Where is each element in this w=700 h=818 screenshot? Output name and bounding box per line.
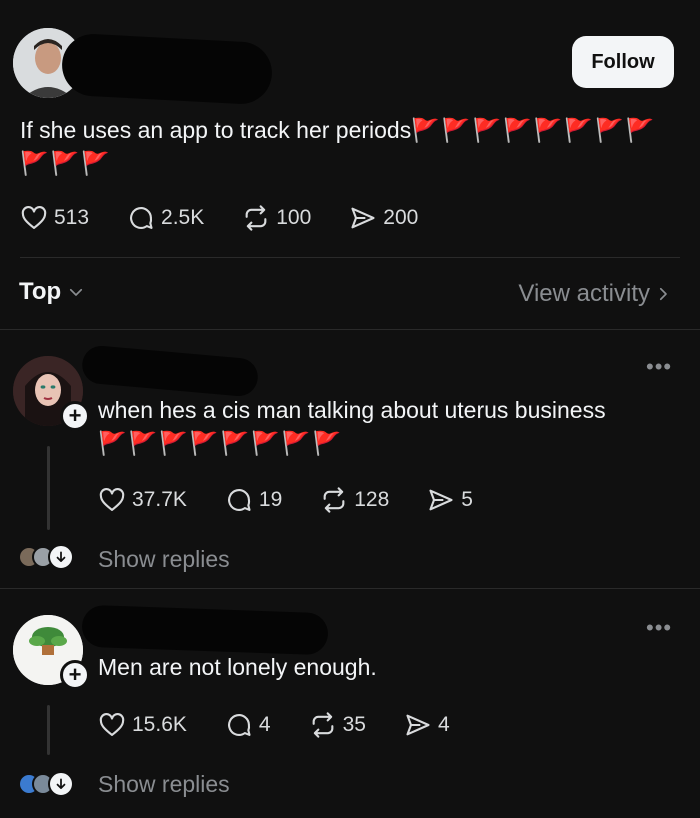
repost-button[interactable]: 35 — [309, 711, 366, 739]
reply-body: Men are not lonely enough. — [98, 654, 377, 680]
chevron-down-icon — [70, 288, 83, 296]
repost-count: 35 — [342, 713, 366, 736]
like-button[interactable]: 513 — [20, 204, 89, 232]
reply-text: when hes a cis man talking about uterus … — [98, 394, 678, 460]
reply-text: Men are not lonely enough. — [98, 651, 678, 684]
post-text: If she uses an app to track her periods🚩… — [20, 114, 680, 180]
follow-plus-button[interactable]: + — [60, 401, 90, 431]
repost-button[interactable]: 128 — [320, 486, 389, 514]
chevron-right-icon — [659, 287, 667, 301]
redacted-username — [60, 32, 274, 106]
repost-icon — [323, 487, 345, 513]
sort-bar: Top View activity — [0, 258, 700, 330]
original-post: Follow If she uses an app to track her p… — [0, 0, 700, 258]
send-icon — [406, 714, 430, 736]
thread-line — [47, 705, 50, 755]
reply-actions: 15.6K 4 35 4 — [98, 711, 450, 739]
send-icon — [351, 207, 375, 229]
share-button[interactable]: 200 — [349, 204, 418, 232]
more-options-icon[interactable]: ••• — [646, 615, 672, 641]
more-options-icon[interactable]: ••• — [646, 354, 672, 380]
comment-icon — [227, 489, 251, 511]
repost-count: 128 — [354, 488, 390, 511]
share-count: 5 — [461, 488, 473, 511]
share-count: 4 — [437, 713, 450, 736]
follow-button[interactable]: Follow — [572, 36, 674, 88]
comment-count: 19 — [258, 488, 283, 511]
reply-actions: 37.7K 19 128 5 — [98, 486, 473, 514]
comment-button[interactable]: 19 — [225, 486, 282, 514]
sort-label: Top — [19, 278, 62, 305]
like-count: 15.6K — [132, 713, 187, 736]
redacted-username — [81, 604, 329, 656]
like-count: 513 — [54, 206, 90, 229]
share-count: 200 — [383, 206, 419, 229]
reply-item: + ••• when hes a cis man talking about u… — [0, 330, 700, 588]
heart-icon — [21, 206, 47, 229]
comment-button[interactable]: 2.5K — [127, 204, 204, 232]
send-icon — [429, 489, 453, 511]
repost-button[interactable]: 100 — [242, 204, 311, 232]
share-button[interactable]: 5 — [427, 486, 473, 514]
sort-dropdown[interactable]: Top — [19, 278, 85, 306]
like-button[interactable]: 37.7K — [98, 486, 187, 514]
arrow-down-icon — [48, 771, 74, 797]
follow-plus-button[interactable]: + — [60, 660, 90, 690]
reply-item: + ••• Men are not lonely enough. 15.6K 4… — [0, 589, 700, 818]
view-activity-link[interactable]: View activity — [518, 280, 672, 308]
redacted-username — [80, 344, 260, 398]
show-replies-link[interactable]: Show replies — [98, 771, 230, 798]
like-button[interactable]: 15.6K — [98, 711, 187, 739]
repost-icon — [312, 712, 333, 738]
comment-icon — [227, 714, 251, 736]
comment-count: 2.5K — [161, 206, 205, 229]
thread-line — [47, 446, 50, 530]
share-button[interactable]: 4 — [404, 711, 450, 739]
repost-count: 100 — [276, 206, 312, 229]
view-activity-label: View activity — [518, 280, 650, 307]
comment-count: 4 — [258, 713, 271, 736]
show-replies-link[interactable]: Show replies — [98, 546, 230, 573]
like-count: 37.7K — [132, 488, 187, 511]
post-actions: 513 2.5K 100 200 — [20, 204, 418, 232]
post-body: If she uses an app to track her periods — [20, 117, 412, 143]
red-flag-emojis: 🚩🚩🚩🚩🚩🚩🚩🚩 — [98, 430, 344, 456]
heart-icon — [99, 713, 125, 736]
replier-avatars[interactable] — [18, 771, 74, 797]
comment-button[interactable]: 4 — [225, 711, 271, 739]
heart-icon — [99, 488, 125, 511]
repost-icon — [245, 205, 267, 231]
arrow-down-icon — [48, 544, 74, 570]
comment-icon — [130, 207, 153, 229]
reply-body: when hes a cis man talking about uterus … — [98, 397, 606, 423]
replier-avatars[interactable] — [18, 544, 74, 570]
